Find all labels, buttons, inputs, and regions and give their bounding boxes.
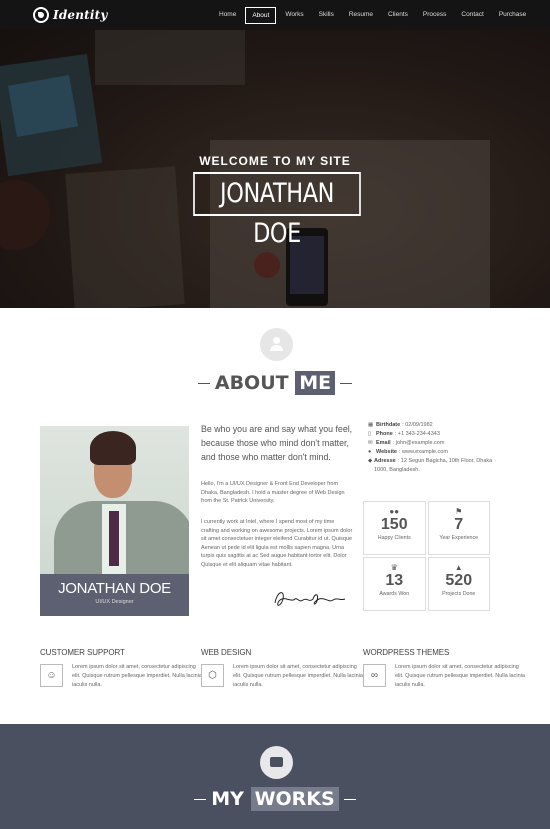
thumbs-up-icon: ▲ (454, 563, 463, 572)
about-bio-1: Hello, I'm a UI/UX Designer & Front End … (201, 481, 345, 505)
site-logo[interactable]: Identity (33, 6, 108, 24)
link-icon: ∞ (363, 664, 386, 687)
service-text: Lorem ipsum dolor sit amet, consectetur … (395, 664, 525, 688)
nav-item-about[interactable]: About (245, 7, 277, 24)
top-navbar: Identity Home About Works Skills Resume … (0, 0, 550, 30)
info-email[interactable]: ✉ Email: john@example.com (368, 439, 498, 448)
personal-info-list: ▦ Birthdate: 02/09/1982 ▯ Phone: +1 343-23… (368, 421, 498, 475)
stat-awards-won: ♛ 13 Awards Won (363, 557, 426, 611)
stat-happy-clients: ●● 150 Happy Clients (363, 501, 426, 555)
stat-value: 7 (454, 516, 464, 533)
title-divider (197, 383, 210, 384)
user-icon (260, 328, 293, 361)
stat-label: Year Experience (439, 535, 479, 541)
profile-name: JONATHAN DOE (58, 580, 171, 597)
nav-item-resume[interactable]: Resume (343, 7, 379, 24)
service-web-design: WEB DESIGN ⬡ Lorem ipsum dolor sit amet,… (201, 648, 363, 688)
stat-year-experience: ⚑ 7 Year Experience (427, 501, 490, 555)
hero-welcome: WELCOME TO MY SITE (199, 154, 351, 168)
main-menu: Home About Works Skills Resume Clients P… (213, 7, 535, 24)
about-title-highlight: ME (295, 371, 336, 395)
nav-item-home[interactable]: Home (213, 7, 242, 24)
html5-icon: ⬡ (201, 664, 224, 687)
about-intro: Be who you are and say what you feel, be… (201, 424, 353, 462)
smile-icon: ☺ (40, 664, 63, 687)
nav-item-purchase[interactable]: Purchase (493, 7, 532, 24)
signature-image (274, 592, 346, 606)
briefcase-icon (260, 746, 293, 779)
stat-projects-done: ▲ 520 Projects Done (427, 557, 490, 611)
nav-item-clients[interactable]: Clients (382, 7, 414, 24)
hero-banner: WELCOME TO MY SITE JONATHAN DOE (0, 30, 550, 308)
trophy-icon: ♛ (390, 563, 398, 572)
info-address: ◆ Adresse: 12 Segun Bagicha, 10th Floor, … (368, 458, 493, 473)
info-website[interactable]: ● Website: www.example.com (368, 448, 498, 457)
nav-item-process[interactable]: Process (417, 7, 452, 24)
works-title: MY WORKS (0, 787, 550, 811)
about-title-text: ABOUT (214, 372, 289, 394)
hero-overlay (0, 30, 550, 308)
stat-value: 13 (385, 572, 404, 589)
service-text: Lorem ipsum dolor sit amet, consectetur … (72, 664, 202, 688)
calendar-icon: ▦ (368, 422, 374, 428)
nav-item-contact[interactable]: Contact (455, 7, 489, 24)
profile-nameplate: JONATHAN DOE UI/UX Designer (40, 574, 189, 616)
works-title-text: MY (211, 788, 244, 810)
envelope-icon: ✉ (368, 440, 373, 446)
works-title-highlight: WORKS (250, 787, 339, 811)
title-divider (340, 383, 353, 384)
service-title: WEB DESIGN (201, 648, 252, 657)
stat-value: 150 (380, 516, 408, 533)
stat-label: Awards Won (379, 591, 410, 597)
about-title: ABOUT ME (0, 371, 550, 395)
about-bio-2: I currently work at Intel, where I spend… (201, 519, 353, 568)
phone-icon: ▯ (368, 431, 372, 437)
profile-photo: JONATHAN DOE UI/UX Designer (40, 426, 189, 616)
globe-icon: ● (368, 449, 372, 455)
flag-icon: ⚑ (455, 507, 463, 516)
stat-value: 520 (445, 572, 473, 589)
title-divider (343, 799, 356, 800)
info-phone: ▯ Phone: +1 343-234-4343 (368, 431, 440, 437)
nav-item-skills[interactable]: Skills (313, 7, 340, 24)
title-divider (194, 799, 207, 800)
stats-grid: ●● 150 Happy Clients ⚑ 7 Year Experience… (363, 501, 490, 611)
service-title: WORDPRESS THEMES (363, 648, 450, 657)
logo-icon (33, 7, 49, 23)
info-birthdate: ▦ Birthdate: 02/09/1982 (368, 422, 433, 428)
users-icon: ●● (389, 507, 400, 516)
stat-label: Happy Clients (377, 535, 411, 541)
service-wordpress-themes: WORDPRESS THEMES ∞ Lorem ipsum dolor sit… (363, 648, 525, 688)
logo-text: Identity (53, 8, 108, 22)
service-text: Lorem ipsum dolor sit amet, consectetur … (233, 664, 363, 688)
service-title: CUSTOMER SUPPORT (40, 648, 125, 657)
hero-name: JONATHAN DOE (193, 172, 361, 249)
profile-role: UI/UX Designer (95, 599, 134, 605)
nav-item-works[interactable]: Works (279, 7, 309, 24)
service-customer-support: CUSTOMER SUPPORT ☺ Lorem ipsum dolor sit… (40, 648, 202, 688)
stat-label: Projects Done (442, 591, 476, 597)
